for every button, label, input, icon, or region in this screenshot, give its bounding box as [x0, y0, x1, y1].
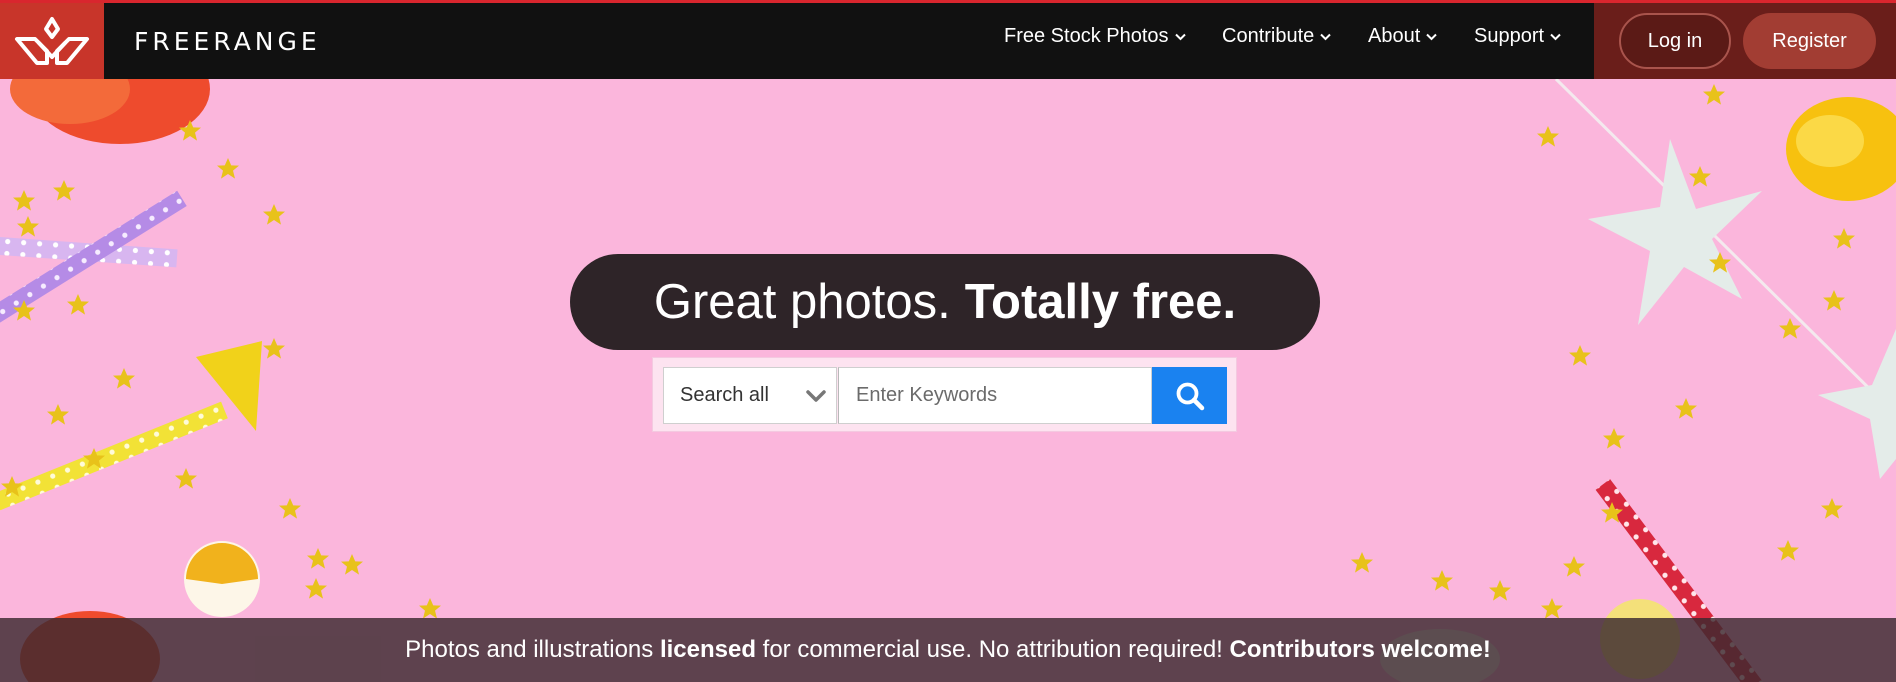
banner-licensed-link[interactable]: licensed: [660, 636, 756, 664]
search-button[interactable]: [1152, 367, 1227, 424]
headline-regular: Great photos.: [653, 275, 951, 329]
nav-free-stock-photos[interactable]: Free Stock Photos: [1004, 25, 1186, 48]
brand-name[interactable]: FREERANGE: [134, 27, 321, 56]
nav-item-label: Contribute: [1222, 25, 1315, 47]
keyword-search-input[interactable]: [838, 367, 1152, 424]
license-banner: Photos and illustrations licensed for co…: [0, 618, 1896, 682]
search-scope-value: Search all: [680, 384, 769, 406]
chevron-down-icon: [1174, 33, 1186, 41]
chevron-down-icon: [806, 386, 826, 409]
register-button[interactable]: Register: [1743, 13, 1876, 69]
search-icon: [1176, 382, 1204, 410]
hero-headline: Great photos. Totally free.: [570, 254, 1320, 350]
search-scope-select[interactable]: Search all: [663, 367, 837, 424]
search-bar: Search all: [652, 357, 1237, 432]
freerange-logo-icon: [15, 17, 89, 65]
chevron-down-icon: [1550, 33, 1561, 41]
login-button[interactable]: Log in: [1619, 13, 1731, 69]
hero-section: Great photos. Totally free. Search all P…: [0, 79, 1896, 682]
top-navbar: FREERANGE Free Stock Photos Contribute A…: [0, 3, 1896, 79]
nav-support[interactable]: Support: [1474, 25, 1561, 48]
nav-about[interactable]: About: [1368, 25, 1437, 48]
nav-item-label: Support: [1474, 25, 1545, 47]
nav-item-label: Free Stock Photos: [1004, 25, 1169, 47]
logo-link[interactable]: [0, 3, 104, 79]
chevron-down-icon: [1426, 33, 1437, 41]
nav-item-label: About: [1368, 25, 1421, 47]
nav-contribute[interactable]: Contribute: [1222, 25, 1331, 48]
headline-bold: Totally free.: [964, 275, 1237, 329]
banner-text-2: for commercial use. No attribution requi…: [755, 636, 1230, 663]
banner-text-1: Photos and illustrations: [405, 636, 660, 663]
banner-contributors-link[interactable]: Contributors welcome!: [1230, 636, 1491, 664]
chevron-down-icon: [1320, 33, 1331, 41]
